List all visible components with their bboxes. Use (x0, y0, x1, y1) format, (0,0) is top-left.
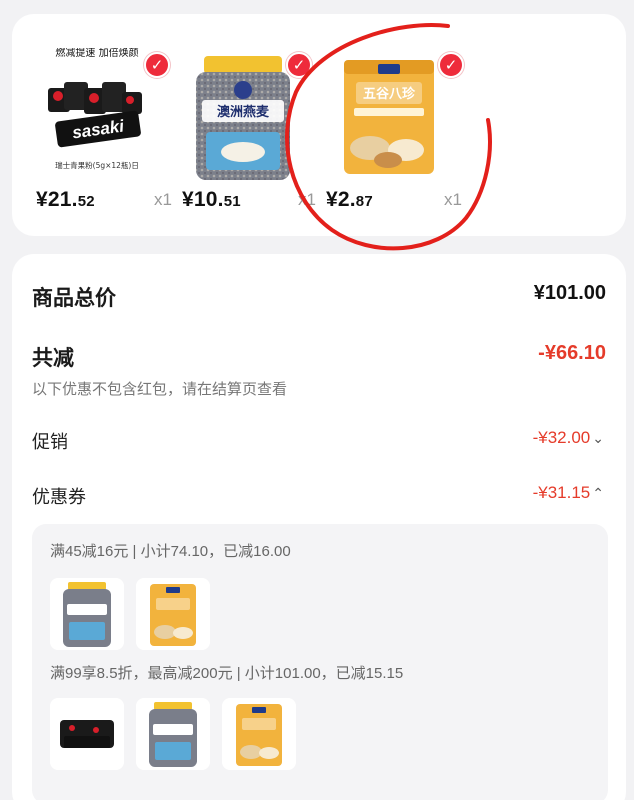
product-3-qty: x1 (444, 190, 462, 209)
product-1-price: ¥21.52 (36, 188, 95, 211)
coupon-details-panel: 满45减16元 | 小计74.10，已减16.00 满99享8.5折，最高减20… (32, 524, 608, 800)
product-2-qty: x1 (298, 190, 316, 209)
product-3-price: ¥2.87 (326, 188, 373, 211)
product-2-brand: 澳洲燕麦 (217, 104, 270, 120)
coupon-1-product-oats[interactable] (50, 578, 124, 650)
product-1-caption: 瑞士青果粉(5g×12瓶)日 (55, 160, 139, 170)
coupon-value-toggle[interactable]: -¥31.15 ⌃ (533, 483, 604, 503)
coupon-value: -¥31.15 (532, 483, 591, 502)
promotion-value: -¥32.00 (532, 428, 591, 447)
total-price-value: ¥101.00 (533, 282, 606, 304)
total-discount-value: -¥66.10 (538, 342, 606, 364)
promotion-label[interactable]: 促销 (32, 428, 68, 454)
check-icon[interactable]: ✓ (286, 52, 312, 78)
coupon-label[interactable]: 优惠券 (32, 483, 86, 509)
product-2-price: ¥10.51 (182, 188, 241, 211)
total-discount-label: 共减 (32, 347, 74, 370)
coupon-2-product-sasaki[interactable] (50, 698, 124, 770)
total-price-label: 商品总价 (32, 287, 116, 310)
discount-note: 以下优惠不包含红包，请在结算页查看 (32, 380, 288, 398)
promotion-value-toggle[interactable]: -¥32.00 ⌄ (533, 428, 604, 448)
coupon-2-product-grain-powder[interactable] (222, 698, 296, 770)
product-item-2[interactable]: 澳洲燕麦 ✓ ¥10.51 x1 (182, 14, 332, 236)
check-icon[interactable]: ✓ (144, 52, 170, 78)
check-icon[interactable]: ✓ (438, 52, 464, 78)
chevron-down-icon[interactable]: ⌄ (592, 430, 604, 446)
coupon-rule-1: 满45减16元 | 小计74.10，已减16.00 (50, 543, 291, 560)
product-3-brand: 五谷八珍 (363, 86, 416, 102)
product-item-3[interactable]: 五谷八珍 ✓ ¥2.87 x1 (326, 14, 476, 236)
chevron-up-icon[interactable]: ⌃ (592, 485, 604, 501)
price-summary-card: 商品总价 ¥101.00 共减 -¥66.10 以下优惠不包含红包，请在结算页查… (12, 254, 626, 800)
product-1-top-text: 燃减提速 加倍焕颜 (55, 48, 138, 59)
coupon-2-product-oats[interactable] (136, 698, 210, 770)
product-image-sasaki[interactable]: 燃减提速 加倍焕颜 sasaki 瑞士青果粉(5g×12瓶)日 (36, 46, 158, 184)
coupon-rule-2: 满99享8.5折，最高减200元 | 小计101.00，已减15.15 (50, 665, 404, 682)
coupon-1-product-grain-powder[interactable] (136, 578, 210, 650)
product-image-grain-powder[interactable]: 五谷八珍 (326, 48, 448, 184)
product-item-1[interactable]: 燃减提速 加倍焕颜 sasaki 瑞士青果粉(5g×12瓶)日 ✓ ¥21.52 (36, 14, 186, 236)
selected-products-card: 燃减提速 加倍焕颜 sasaki 瑞士青果粉(5g×12瓶)日 ✓ ¥21.52 (12, 14, 626, 251)
product-1-qty: x1 (154, 190, 172, 209)
